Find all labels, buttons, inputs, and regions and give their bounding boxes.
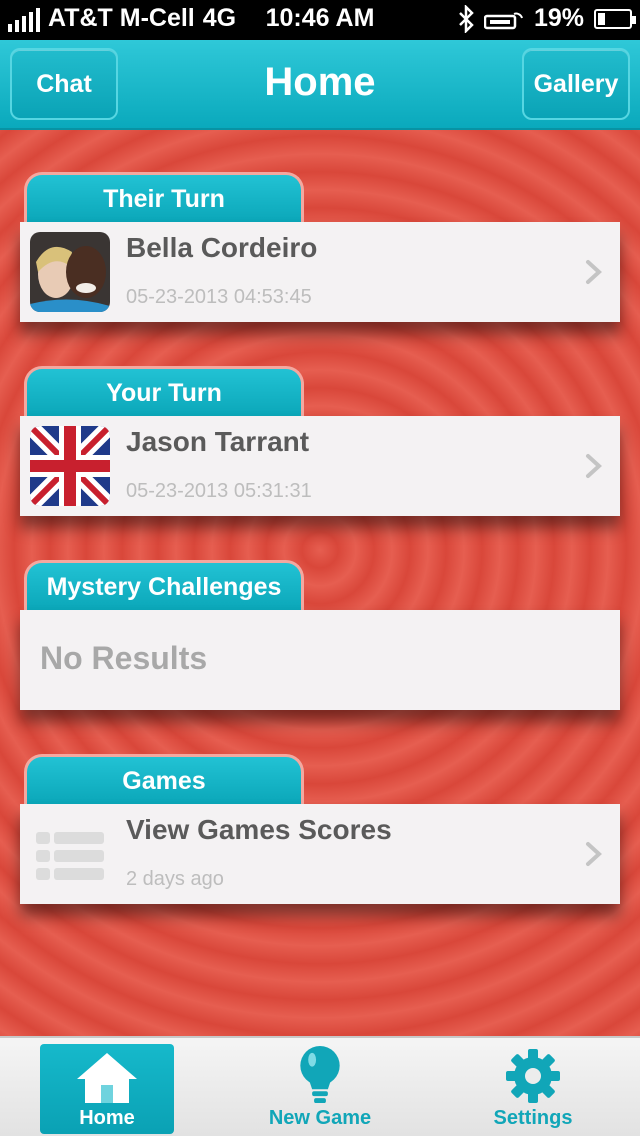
game-row-bella[interactable]: Bella Cordeiro 05-23-2013 04:53:45	[20, 222, 620, 322]
section-header-games: Games	[24, 754, 304, 806]
opponent-name: Jason Tarrant	[126, 426, 310, 457]
timestamp: 05-23-2013 04:53:45	[126, 286, 312, 308]
section-games: Games View Games Scores 2 days ago	[20, 754, 620, 914]
row-title: View Games Scores	[126, 814, 392, 845]
chevron-right-icon	[586, 260, 602, 284]
tab-new-game[interactable]: New Game	[250, 1044, 390, 1134]
battery-icon	[594, 8, 636, 29]
chevron-right-icon	[586, 454, 602, 478]
gallery-button[interactable]: Gallery	[522, 48, 630, 120]
navigation-bar: Chat Home Gallery	[0, 40, 640, 130]
section-your-turn: Your Turn Jason Tarrant 05-23-2013 05:31…	[20, 366, 620, 526]
section-their-turn: Their Turn Bella Cordeiro 05-23-2013 04:…	[20, 172, 620, 332]
section-mystery-challenges: Mystery Challenges No Results	[20, 560, 620, 720]
tab-new-game-label: New Game	[268, 1107, 372, 1129]
tab-home-label: Home	[79, 1107, 135, 1129]
gear-icon	[506, 1049, 560, 1103]
lock-rotation-icon	[483, 12, 523, 29]
section-header-mystery-challenges: Mystery Challenges	[24, 560, 304, 612]
bluetooth-icon	[459, 4, 474, 33]
main-content: Their Turn Bella Cordeiro 05-23-2013 04:…	[0, 130, 640, 1036]
game-row-jason[interactable]: Jason Tarrant 05-23-2013 05:31:31	[20, 416, 620, 516]
tab-home[interactable]: Home	[40, 1044, 174, 1134]
row-subtitle: 2 days ago	[126, 868, 224, 890]
tab-bar: Home New Game Settings	[0, 1036, 640, 1136]
section-header-their-turn: Their Turn	[24, 172, 304, 224]
status-bar: AT&T M-Cell 4G 10:46 AM 19%	[0, 0, 640, 40]
tab-settings[interactable]: Settings	[466, 1044, 600, 1134]
avatar	[30, 426, 110, 506]
no-results-label: No Results	[40, 640, 208, 676]
list-icon	[30, 814, 110, 894]
opponent-name: Bella Cordeiro	[126, 232, 318, 263]
status-right: 19%	[458, 4, 636, 33]
view-games-scores-row[interactable]: View Games Scores 2 days ago	[20, 804, 620, 904]
section-header-your-turn: Your Turn	[24, 366, 304, 418]
tab-settings-label: Settings	[493, 1107, 573, 1129]
lightbulb-icon	[300, 1045, 340, 1104]
chevron-right-icon	[586, 842, 602, 866]
empty-row: No Results	[20, 610, 620, 710]
avatar	[30, 232, 110, 312]
home-icon	[77, 1053, 137, 1103]
timestamp: 05-23-2013 05:31:31	[126, 480, 312, 502]
battery-label: 19%	[533, 4, 584, 32]
